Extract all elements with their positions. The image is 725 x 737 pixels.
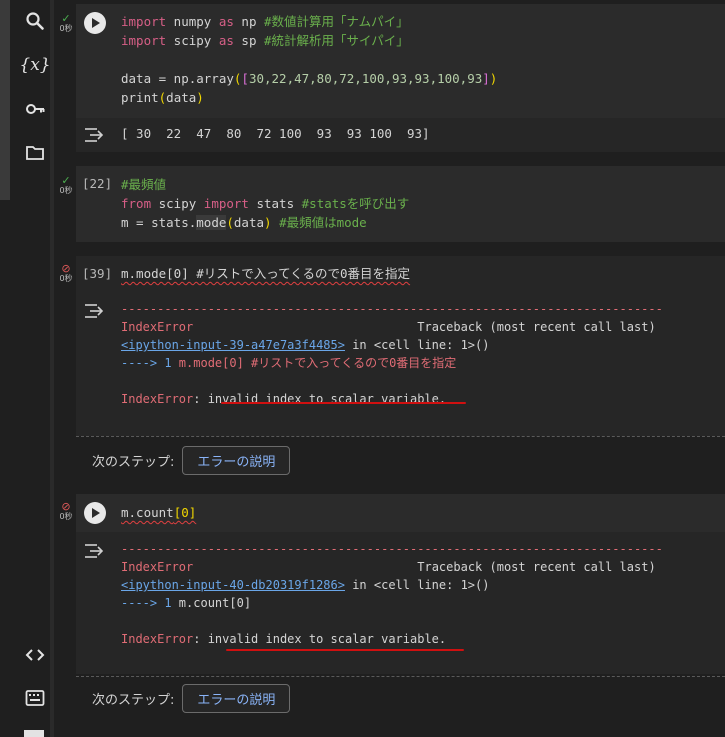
next-step-label: 次のステップ: bbox=[92, 455, 175, 470]
next-step-label: 次のステップ: bbox=[92, 693, 175, 708]
traceback-blank bbox=[121, 612, 663, 630]
annotation-red-underline bbox=[221, 402, 466, 404]
output-divider bbox=[76, 676, 725, 677]
code-line-1: m.mode[0] #リストで入ってくるので0番目を指定 bbox=[121, 266, 411, 281]
traceback-blank bbox=[121, 372, 663, 390]
code-cell-3: ⊘ 0秒 [39] m.mode[0] #リストで入ってくるので0番目を指定 -… bbox=[54, 256, 725, 486]
cell-output: ----------------------------------------… bbox=[76, 292, 725, 436]
code-line-1: m.count[0] bbox=[121, 505, 197, 520]
cell-output: [ 30 22 47 80 72 100 93 93 100 93] bbox=[76, 118, 725, 152]
cell-status: ⊘ 0秒 bbox=[56, 262, 76, 284]
code-line-2: from scipy import stats #statsを呼び出す bbox=[121, 196, 410, 211]
search-icon[interactable] bbox=[22, 8, 48, 34]
cell-status: ✓ 0秒 bbox=[56, 12, 76, 34]
key-icon[interactable] bbox=[22, 96, 48, 122]
traceback-separator: ----------------------------------------… bbox=[121, 542, 663, 556]
traceback-location: <ipython-input-40-db20319f1286> in <cell… bbox=[121, 578, 490, 592]
code-line-1: import numpy as np #数値計算用「ナムパイ」 bbox=[121, 14, 409, 29]
error-message: IndexError: invalid index to scalar vari… bbox=[121, 632, 447, 646]
exec-time: 0秒 bbox=[59, 512, 73, 521]
error-message: IndexError: invalid index to scalar vari… bbox=[121, 392, 447, 406]
cell-output: ----------------------------------------… bbox=[76, 532, 725, 674]
output-toggle-icon[interactable] bbox=[84, 302, 106, 320]
code-cell-4: ⊘ 0秒 m.count[0] ------------------------… bbox=[54, 494, 725, 737]
code-line-5: print(data) bbox=[121, 90, 204, 105]
code-editor[interactable]: [22] #最頻値 from scipy import stats #stats… bbox=[76, 166, 725, 242]
variables-icon[interactable]: {x} bbox=[19, 52, 50, 78]
traceback-separator: ----------------------------------------… bbox=[121, 302, 663, 316]
output-divider bbox=[76, 436, 725, 437]
cell-status: ⊘ 0秒 bbox=[56, 500, 76, 522]
success-check-icon: ✓ bbox=[61, 174, 71, 187]
next-step-bar: 次のステップ: エラーの説明 bbox=[92, 446, 291, 475]
code-line-1: #最頻値 bbox=[121, 177, 167, 192]
code-editor[interactable]: import numpy as np #数値計算用「ナムパイ」 import s… bbox=[76, 4, 725, 118]
traceback-code-line: ----> 1 m.mode[0] #リストで入ってくるので0番目を指定 bbox=[121, 356, 457, 370]
traceback-code-line: ----> 1 m.count[0] bbox=[121, 596, 252, 610]
error-icon: ⊘ bbox=[61, 262, 71, 275]
folder-icon[interactable] bbox=[22, 140, 48, 166]
sidebar-scroll-edge bbox=[0, 0, 10, 200]
execution-count: [22] bbox=[82, 176, 113, 191]
left-sidebar: {x} bbox=[0, 0, 51, 737]
error-icon: ⊘ bbox=[61, 500, 71, 513]
exec-time: 0秒 bbox=[59, 24, 73, 33]
output-text: [ 30 22 47 80 72 100 93 93 100 93] bbox=[121, 126, 430, 141]
annotation-red-underline bbox=[226, 649, 464, 651]
sidebar-bottom-icon[interactable] bbox=[24, 730, 44, 737]
next-step-bar: 次のステップ: エラーの説明 bbox=[92, 684, 291, 713]
explain-error-button[interactable]: エラーの説明 bbox=[182, 446, 291, 475]
explain-error-button[interactable]: エラーの説明 bbox=[182, 684, 291, 713]
source-link[interactable]: <ipython-input-39-a47e7a3f4485> bbox=[121, 338, 345, 352]
exec-time: 0秒 bbox=[59, 186, 73, 195]
code-line-4: data = np.array([30,22,47,80,72,100,93,9… bbox=[121, 71, 498, 86]
code-snippets-icon[interactable] bbox=[22, 642, 48, 668]
traceback-location: <ipython-input-39-a47e7a3f4485> in <cell… bbox=[121, 338, 490, 352]
code-line-2: import scipy as sp #統計解析用「サイパイ」 bbox=[121, 33, 409, 48]
code-line-3: m = stats.mode(data) #最頻値はmode bbox=[121, 215, 367, 230]
code-cell-1: ✓ 0秒 import numpy as np #数値計算用「ナムパイ」 imp… bbox=[54, 4, 725, 160]
run-cell-button[interactable] bbox=[84, 502, 106, 524]
code-cell-2: ✓ 0秒 [22] #最頻値 from scipy import stats #… bbox=[54, 166, 725, 244]
cell-status: ✓ 0秒 bbox=[56, 174, 76, 196]
traceback-header: IndexError Traceback (most recent call la… bbox=[121, 320, 656, 334]
exec-time: 0秒 bbox=[59, 274, 73, 283]
run-cell-button[interactable] bbox=[84, 12, 106, 34]
source-link[interactable]: <ipython-input-40-db20319f1286> bbox=[121, 578, 345, 592]
success-check-icon: ✓ bbox=[61, 12, 71, 25]
code-editor[interactable]: [39] m.mode[0] #リストで入ってくるので0番目を指定 bbox=[76, 256, 725, 292]
output-toggle-icon[interactable] bbox=[84, 126, 106, 144]
execution-count: [39] bbox=[82, 266, 113, 281]
output-toggle-icon[interactable] bbox=[84, 542, 106, 560]
code-editor[interactable]: m.count[0] bbox=[76, 494, 725, 532]
traceback-header: IndexError Traceback (most recent call la… bbox=[121, 560, 656, 574]
terminal-icon[interactable] bbox=[22, 685, 48, 711]
